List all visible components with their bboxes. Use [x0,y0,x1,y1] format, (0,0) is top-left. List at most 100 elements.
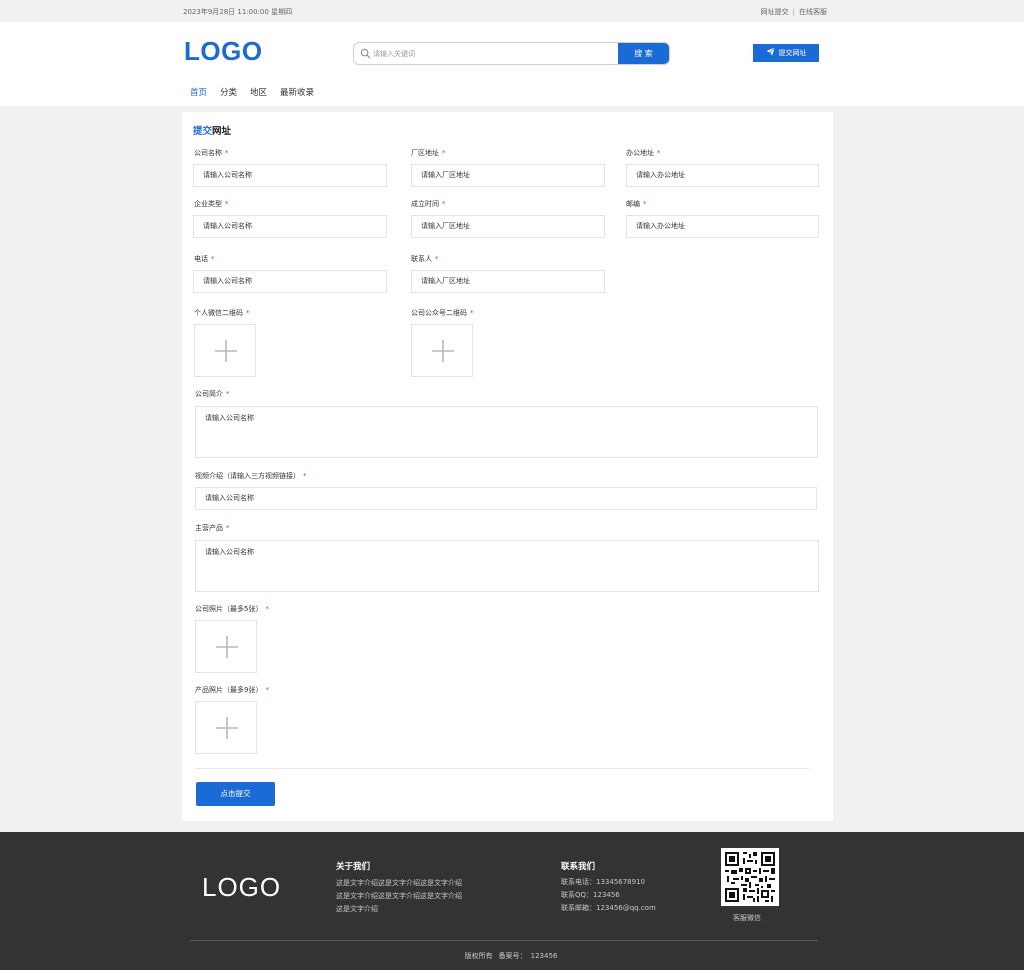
founded-date-label: 成立时间 * [411,199,446,209]
contact-phone-label: 联系电话： [561,878,596,886]
submit-url-button-label: 提交网址 [778,49,807,57]
company-intro-textarea[interactable]: 请输入公司名称 [195,406,818,458]
required-mark: * [303,472,307,480]
search-input[interactable] [373,43,617,64]
company-intro-label-text: 公司简介 [195,390,223,398]
search-icon [360,48,371,59]
search-bar: 搜 索 [353,42,670,65]
submit-url-button[interactable]: 提交网址 [753,44,819,62]
company-type-label: 企业类型 * [194,199,229,209]
copyright-text: 版权所有 [464,952,493,960]
main-nav: 首页 分类 地区 最新收录 [190,86,327,98]
required-mark: * [442,149,446,157]
zipcode-label-text: 邮编 [626,200,640,208]
video-link-field[interactable]: 请输入公司名称 [195,487,817,510]
plus-icon [432,340,454,362]
phone-label-text: 电话 [194,255,208,263]
company-type-field[interactable]: 请输入公司名称 [193,215,387,238]
top-link-submit-url[interactable]: 网址提交 [761,8,789,16]
required-mark: * [470,309,474,317]
form-title-highlight: 提交 [193,126,213,137]
company-name-label: 公司名称 * [194,148,229,158]
icp-value: 123456 [530,952,558,960]
required-mark: * [442,200,446,208]
footer-divider [190,940,818,941]
top-link-separator: | [792,8,795,16]
required-mark: * [226,524,230,532]
product-photos-label: 产品照片（最多9张） * [195,685,269,695]
video-intro-label: 视频介绍（请输入三方视频链接） * [195,471,307,481]
company-photos-label-text: 公司照片（最多5张） [195,605,263,613]
required-mark: * [657,149,661,157]
office-address-label: 办公地址 * [626,148,661,158]
form-title: 提交网址 [193,123,231,137]
main-products-label-text: 主营产品 [195,524,223,532]
company-name-field[interactable]: 请输入公司名称 [193,164,387,187]
wechat-qr-upload[interactable] [194,324,256,377]
contact-person-label-text: 联系人 [411,255,432,263]
contact-email-label: 联系邮箱： [561,904,596,912]
form-title-rest: 网址 [212,126,232,137]
founded-date-field[interactable]: 请输入厂区地址 [411,215,605,238]
paper-plane-icon [765,47,775,56]
about-title: 关于我们 [336,862,371,872]
wechat-qr-label: 个人微信二维码 * [194,308,250,318]
factory-address-label: 厂区地址 * [411,148,446,158]
zipcode-field[interactable]: 请输入办公地址 [626,215,819,238]
site-logo[interactable]: LOGO [184,36,263,67]
official-qr-label: 公司公众号二维码 * [411,308,474,318]
factory-address-field[interactable]: 请输入厂区地址 [411,164,605,187]
contact-qq: 联系QQ：123456 [561,890,620,900]
form-divider [195,768,809,769]
factory-address-label-text: 厂区地址 [411,149,439,157]
required-mark: * [246,309,250,317]
main-products-textarea[interactable]: 请输入公司名称 [195,540,819,592]
nav-item-latest[interactable]: 最新收录 [280,88,314,98]
office-address-field[interactable]: 请输入办公地址 [626,164,819,187]
contact-email: 联系邮箱：123456@qq.com [561,903,656,913]
nav-item-category[interactable]: 分类 [220,88,237,98]
current-datetime: 2023年9月28日 11:00:00 星期四 [183,8,293,16]
qr-code-icon [721,848,779,906]
company-name-label-text: 公司名称 [194,149,222,157]
copyright-bar: 版权所有 备案号： 123456 [0,951,1024,961]
official-qr-upload[interactable] [411,324,473,377]
contact-email-value: 123456@qq.com [596,904,656,912]
contact-person-label: 联系人 * [411,254,439,264]
required-mark: * [643,200,647,208]
form-submit-button[interactable]: 点击提交 [196,782,275,806]
qr-caption: 客服微信 [733,914,761,922]
footer: LOGO 关于我们 这是文字介绍这是文字介绍这是文字介绍这是文字介绍这是文字介绍… [0,832,1024,970]
footer-logo: LOGO [202,872,282,902]
contact-qq-value: 123456 [593,891,620,899]
contact-qq-label: 联系QQ： [561,891,594,899]
phone-field[interactable]: 请输入公司名称 [193,270,387,293]
nav-item-home[interactable]: 首页 [190,88,207,98]
phone-label: 电话 * [194,254,215,264]
nav-item-region[interactable]: 地区 [250,88,267,98]
required-mark: * [225,200,229,208]
product-photos-label-text: 产品照片（最多9张） [195,686,263,694]
about-text: 这是文字介绍这是文字介绍这是文字介绍这是文字介绍这是文字介绍这是文字介绍这是文字… [336,879,462,913]
top-link-online-service[interactable]: 在线客服 [799,8,827,16]
zipcode-label: 邮编 * [626,199,647,209]
submit-form-card: 提交网址 公司名称 * 请输入公司名称 厂区地址 * 请输入厂区地址 办公地址 * 请… [182,112,833,821]
search-button[interactable]: 搜 索 [618,43,669,64]
official-qr-label-text: 公司公众号二维码 [411,309,467,317]
required-mark: * [225,149,229,157]
customer-service-qr [721,848,779,906]
company-photos-upload[interactable] [195,620,257,673]
plus-icon [216,636,238,658]
company-type-label-text: 企业类型 [194,200,222,208]
company-photos-label: 公司照片（最多5张） * [195,604,269,614]
required-mark: * [226,390,230,398]
required-mark: * [265,605,269,613]
contact-title: 联系我们 [561,862,596,872]
video-intro-label-text: 视频介绍（请输入三方视频链接） [195,472,300,480]
top-links: 网址提交 | 在线客服 [761,7,827,17]
product-photos-upload[interactable] [195,701,257,754]
required-mark: * [265,686,269,694]
contact-phone: 联系电话：13345678910 [561,877,645,887]
contact-person-field[interactable]: 请输入厂区地址 [411,270,605,293]
header: LOGO 搜 索 提交网址 首页 分类 地区 最新收录 [0,22,1024,106]
